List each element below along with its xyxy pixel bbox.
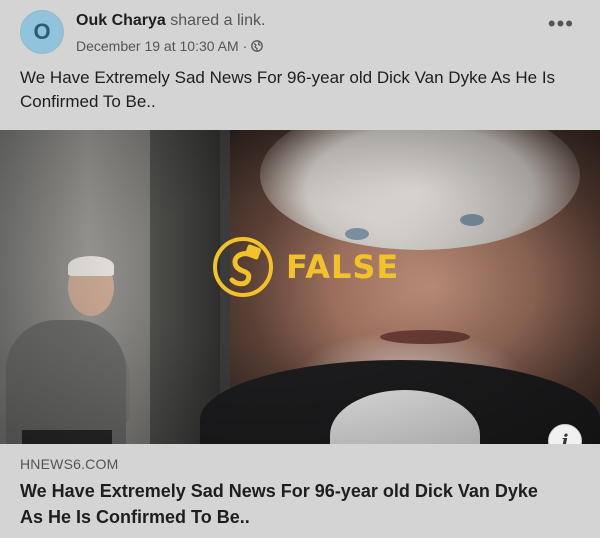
link-preview-image[interactable]: FALSE xyxy=(0,130,600,444)
author-name[interactable]: Ouk Charya xyxy=(76,12,166,29)
separator: · xyxy=(242,38,248,54)
share-action: shared a link. xyxy=(170,12,266,29)
facebook-post: O Ouk Charya shared a link. December 19 … xyxy=(0,0,600,538)
more-options-icon[interactable]: ••• xyxy=(548,13,574,35)
globe-icon[interactable] xyxy=(251,40,264,52)
post-text: We Have Extremely Sad News For 96-year o… xyxy=(20,68,556,111)
fact-check-logo-icon xyxy=(213,237,273,297)
fact-check-label: FALSE xyxy=(286,248,400,286)
link-info[interactable]: HNEWS6.COM We Have Extremely Sad News Fo… xyxy=(0,444,600,538)
avatar[interactable]: O xyxy=(20,10,64,54)
post-header: O Ouk Charya shared a link. December 19 … xyxy=(0,0,600,62)
link-title[interactable]: We Have Extremely Sad News For 96-year o… xyxy=(20,478,560,530)
link-domain: HNEWS6.COM xyxy=(20,456,119,472)
fact-check-badge: FALSE xyxy=(212,236,399,298)
timestamp[interactable]: December 19 at 10:30 AM xyxy=(76,38,239,54)
author-line: Ouk Charya shared a link. xyxy=(76,12,265,30)
post-meta: December 19 at 10:30 AM · xyxy=(76,38,264,54)
